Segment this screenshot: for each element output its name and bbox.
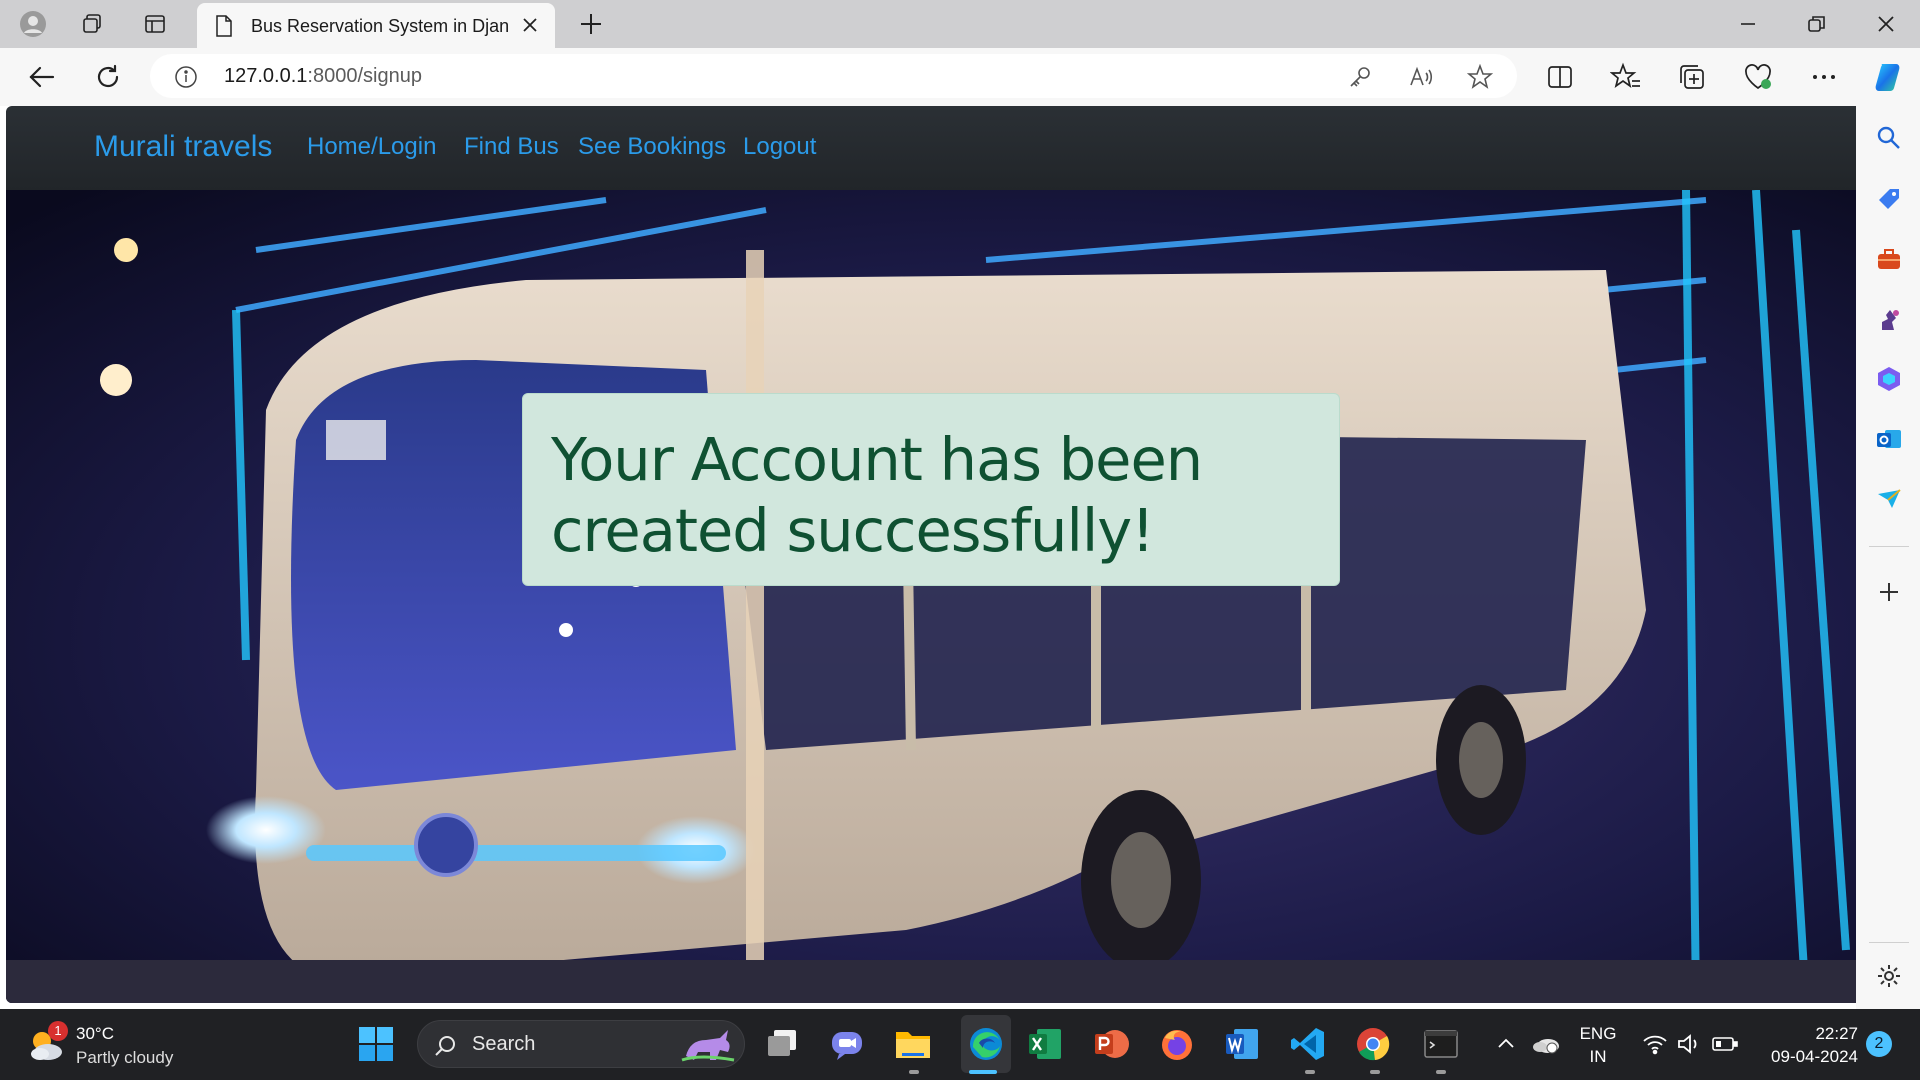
clock-date: 09-04-2024	[1771, 1047, 1858, 1066]
close-window-icon[interactable]	[1871, 10, 1901, 38]
active-tab[interactable]: Bus Reservation System in Django	[197, 3, 555, 48]
vscode-running-indicator	[1305, 1070, 1315, 1074]
terminal-running-indicator	[1436, 1070, 1446, 1074]
bus-photo	[6, 190, 1856, 1003]
edge-icon[interactable]	[966, 1024, 1006, 1064]
show-hidden-icons-chevron-icon[interactable]	[1492, 1029, 1520, 1059]
drop-icon[interactable]	[1875, 485, 1903, 513]
chrome-running-indicator	[1370, 1070, 1380, 1074]
meet-icon[interactable]	[827, 1024, 867, 1064]
document-icon	[214, 15, 234, 42]
close-icon[interactable]	[519, 14, 541, 36]
nav-logout[interactable]: Logout	[743, 133, 816, 161]
tools-icon[interactable]	[1875, 245, 1903, 273]
screen: Bus Reservation System in Django 127.0.0…	[0, 0, 1920, 1080]
profile-icon[interactable]	[18, 9, 48, 39]
site-navbar: Murali travels Home/Login Find Bus See B…	[6, 106, 1856, 190]
outlook-icon[interactable]	[1875, 425, 1903, 453]
search-highlight-unicorn-icon	[680, 1026, 736, 1069]
url-host: 127.0.0.1	[224, 65, 308, 87]
tab-title: Bus Reservation System in Django	[251, 16, 509, 36]
system-clock[interactable]: 22:27 09-04-2024	[1748, 1022, 1858, 1068]
task-view-icon[interactable]	[762, 1024, 802, 1064]
browser-tab-bar: Bus Reservation System in Django	[0, 0, 1920, 48]
add-icon[interactable]	[1875, 578, 1903, 606]
weather-widget[interactable]: 1 30°C Partly cloudy	[26, 1021, 206, 1070]
clock-time: 22:27	[1815, 1024, 1858, 1043]
nav-see-bookings[interactable]: See Bookings	[578, 133, 726, 161]
edge-sidebar	[1856, 106, 1920, 1009]
more-icon[interactable]	[1808, 61, 1840, 93]
alert-message: Your Account has been created successful…	[551, 425, 1203, 565]
url-text[interactable]: 127.0.0.1:8000/signup	[224, 65, 422, 88]
vscode-icon[interactable]	[1288, 1024, 1328, 1064]
wifi-icon[interactable]	[1640, 1029, 1670, 1059]
onedrive-cloud-icon[interactable]	[1530, 1029, 1562, 1059]
hero-background-image: Your Account has been created successful…	[6, 190, 1856, 1003]
windows-start-icon[interactable]	[358, 1026, 394, 1062]
taskbar-search[interactable]: Search	[417, 1020, 745, 1068]
favorite-star-icon[interactable]	[1466, 63, 1494, 90]
edge-active-indicator	[969, 1070, 997, 1074]
word-icon[interactable]	[1222, 1024, 1262, 1064]
file-explorer-icon[interactable]	[893, 1024, 933, 1064]
chrome-icon[interactable]	[1353, 1024, 1393, 1064]
url-path: :8000/signup	[307, 65, 422, 87]
file-explorer-running-indicator	[909, 1070, 919, 1074]
restore-icon[interactable]	[1801, 10, 1831, 38]
key-icon[interactable]	[1347, 64, 1373, 90]
weather-condition: Partly cloudy	[76, 1048, 174, 1067]
browser-essentials-icon[interactable]	[1742, 61, 1774, 93]
search-label: Search	[472, 1033, 536, 1055]
browser-toolbar: 127.0.0.1:8000/signup	[0, 48, 1920, 106]
sidebar-separator-bottom	[1869, 942, 1909, 943]
volume-icon[interactable]	[1674, 1029, 1704, 1059]
games-icon[interactable]	[1875, 305, 1903, 333]
nav-find-bus[interactable]: Find Bus	[464, 133, 559, 161]
read-aloud-icon[interactable]	[1408, 64, 1434, 90]
page-viewport: Murali travels Home/Login Find Bus See B…	[6, 106, 1856, 1003]
weather-badge: 1	[48, 1021, 68, 1041]
battery-icon[interactable]	[1710, 1029, 1740, 1059]
address-bar[interactable]: 127.0.0.1:8000/signup	[150, 54, 1517, 98]
firefox-icon[interactable]	[1157, 1024, 1197, 1064]
shopping-tag-icon[interactable]	[1875, 185, 1903, 213]
collections-icon[interactable]	[1676, 61, 1708, 93]
sidebar-separator	[1869, 546, 1909, 547]
input-language[interactable]: ENG IN	[1578, 1022, 1618, 1068]
windows-taskbar: 1 30°C Partly cloudy Search ENG IN 22:27…	[0, 1009, 1920, 1080]
copilot-icon[interactable]	[1870, 58, 1908, 96]
minimize-icon[interactable]	[1733, 10, 1763, 38]
office-icon[interactable]	[1875, 365, 1903, 393]
search-icon[interactable]	[1875, 124, 1903, 152]
back-icon[interactable]	[25, 60, 59, 94]
success-alert: Your Account has been created successful…	[522, 393, 1340, 586]
info-icon[interactable]	[174, 65, 198, 94]
lang-code: ENG	[1579, 1024, 1617, 1043]
refresh-icon[interactable]	[91, 60, 125, 94]
nav-home-login[interactable]: Home/Login	[307, 133, 436, 161]
brand-link[interactable]: Murali travels	[94, 130, 272, 164]
terminal-icon[interactable]	[1421, 1024, 1461, 1064]
search-glass-icon	[434, 1034, 458, 1063]
powerpoint-icon[interactable]	[1091, 1024, 1131, 1064]
favorites-icon[interactable]	[1609, 61, 1642, 93]
new-tab-icon[interactable]	[576, 9, 606, 39]
vertical-tabs-icon[interactable]	[140, 9, 170, 39]
lang-region: IN	[1589, 1047, 1607, 1066]
workspaces-icon[interactable]	[77, 9, 107, 39]
excel-icon[interactable]	[1025, 1024, 1065, 1064]
split-screen-icon[interactable]	[1544, 61, 1576, 93]
weather-temp: 30°C	[76, 1024, 114, 1043]
settings-icon[interactable]	[1875, 962, 1903, 990]
notification-badge[interactable]: 2	[1866, 1031, 1892, 1057]
